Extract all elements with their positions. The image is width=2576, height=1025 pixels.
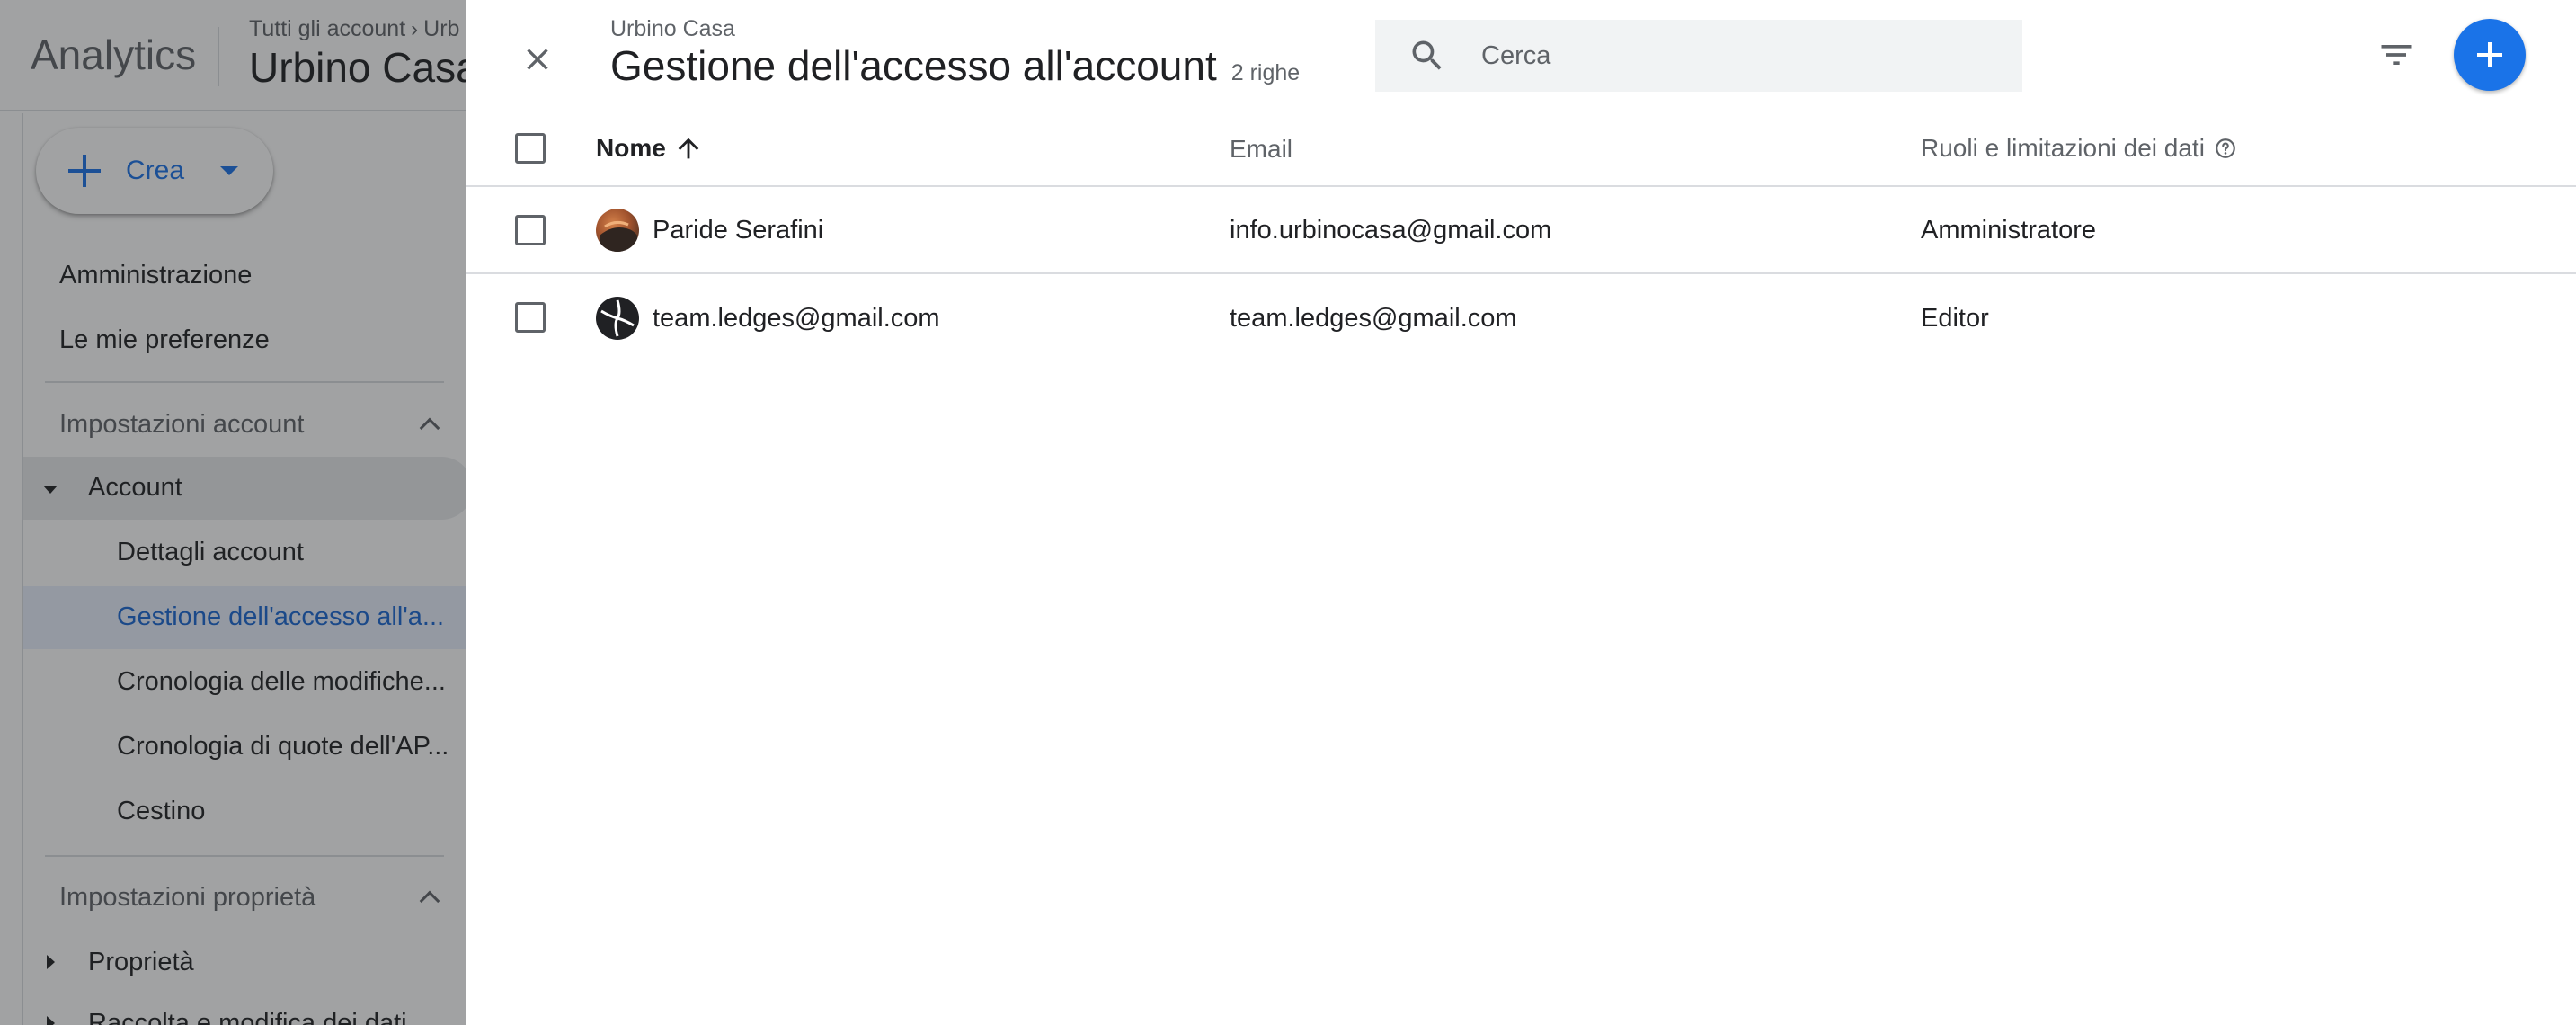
drawer-header: Gestione dell'accesso all'account 2 righ…	[610, 41, 1300, 90]
close-button[interactable]	[511, 32, 564, 86]
search-icon	[1412, 40, 1442, 70]
photo-avatar	[596, 209, 639, 252]
user-role: Editor	[1921, 304, 1989, 333]
filter-button[interactable]	[2369, 32, 2423, 77]
filter-icon	[2381, 45, 2412, 65]
search-input[interactable]	[1481, 40, 1985, 71]
user-email: info.urbinocasa@gmail.com	[1230, 216, 1552, 245]
column-header-name-label: Nome	[596, 134, 666, 162]
user-email: team.ledges@gmail.com	[1230, 304, 1517, 333]
user-name: Paride Serafini	[653, 216, 824, 245]
close-icon	[527, 49, 548, 70]
drawer-breadcrumb: Urbino Casa	[610, 16, 735, 41]
help-icon[interactable]	[2214, 137, 2237, 160]
plus-icon	[2477, 42, 2502, 67]
row-checkbox[interactable]	[515, 302, 546, 333]
column-header-name[interactable]: Nome	[596, 133, 704, 164]
user-name: team.ledges@gmail.com	[653, 304, 940, 333]
table-divider	[466, 185, 2576, 187]
page-title: Gestione dell'accesso all'account	[610, 42, 1217, 89]
access-management-drawer	[466, 0, 2576, 1025]
row-count: 2 righe	[1230, 60, 1301, 85]
table-divider	[466, 272, 2576, 274]
user-role: Amministratore	[1921, 216, 2096, 245]
logo-avatar	[596, 297, 639, 340]
search-box[interactable]	[1375, 20, 2022, 92]
arrow-up-icon	[678, 138, 699, 159]
column-header-roles[interactable]: Ruoli e limitazioni dei dati	[1921, 133, 2237, 164]
column-header-email[interactable]: Email	[1230, 135, 1292, 164]
column-header-roles-label: Ruoli e limitazioni dei dati	[1921, 134, 2205, 162]
add-user-button[interactable]	[2454, 19, 2526, 91]
avatar-logo-shape	[600, 299, 635, 337]
select-all-checkbox[interactable]	[515, 133, 546, 164]
row-checkbox[interactable]	[515, 215, 546, 245]
avatar-photo-shape	[600, 220, 637, 252]
